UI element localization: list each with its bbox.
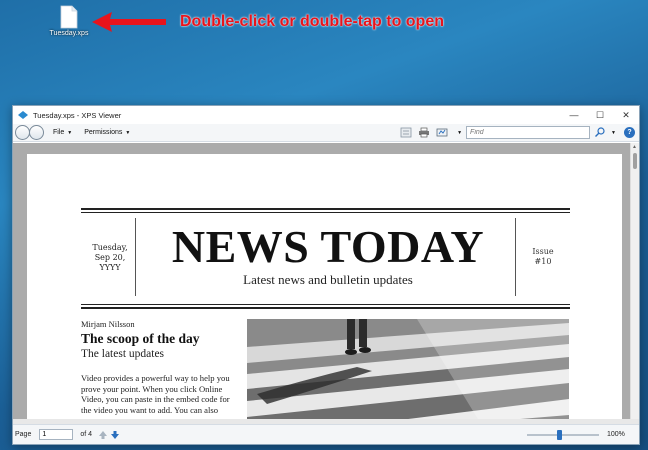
next-page-icon[interactable]: [110, 430, 120, 440]
masthead-top-rule-thin: [81, 212, 570, 213]
document-viewport[interactable]: Tuesday, Sep 20, YYYY NEWS TODAY Latest …: [13, 143, 639, 425]
signature-icon[interactable]: [436, 127, 448, 138]
issue-line: #10: [534, 257, 552, 266]
search-options-dropdown[interactable]: ▼: [608, 130, 616, 136]
print-icon[interactable]: [418, 127, 430, 138]
page-label: Page: [15, 431, 32, 438]
status-bar: Page of 4 100%: [13, 424, 639, 444]
date-line: Sep 20,: [94, 253, 126, 262]
maximize-button[interactable]: ☐: [587, 106, 613, 124]
previous-page-icon[interactable]: [98, 430, 108, 440]
masthead-top-rule: [81, 208, 570, 210]
window-title: Tuesday.xps - XPS Viewer: [33, 110, 122, 120]
masthead-divider-left: [135, 218, 136, 296]
zoom-slider-knob[interactable]: [556, 430, 562, 440]
toolbar: File ▼ Permissions ▼ ▼ ▼: [13, 124, 639, 142]
body-line: the video you want to add. You can also: [81, 404, 219, 415]
crosswalk-photo: [247, 319, 569, 425]
date-line: Tuesday,: [92, 243, 128, 252]
forward-button[interactable]: [29, 125, 44, 140]
scroll-up-icon[interactable]: ▲: [632, 144, 637, 150]
permissions-menu-label: Permissions: [84, 129, 123, 136]
xps-app-icon: [18, 111, 28, 119]
desktop-file-icon[interactable]: Tuesday.xps: [48, 5, 90, 37]
masthead-divider-right: [515, 218, 516, 296]
help-icon[interactable]: ?: [624, 127, 635, 138]
desktop-file-label: Tuesday.xps: [49, 30, 89, 37]
zoom-level: 100%: [607, 431, 625, 438]
page-count-label: of 4: [80, 431, 93, 438]
chevron-down-icon: ▼: [67, 129, 73, 136]
masthead-date: Tuesday, Sep 20, YYYY: [89, 243, 131, 273]
vertical-scrollbar[interactable]: ▲: [630, 143, 639, 425]
vertical-scroll-thumb[interactable]: [633, 153, 637, 169]
search-icon[interactable]: [594, 127, 606, 138]
article-headline: The scoop of the day: [81, 331, 200, 346]
masthead-bottom-rule: [81, 307, 570, 309]
masthead-issue: Issue #10: [523, 247, 563, 267]
masthead-bottom-rule-thin: [81, 304, 570, 305]
article-body: Video provides a powerful way to help yo…: [81, 373, 241, 415]
title-bar[interactable]: Tuesday.xps - XPS Viewer — ☐ ✕: [13, 106, 639, 124]
xps-file-icon: [60, 5, 78, 29]
permissions-menu[interactable]: Permissions ▼: [84, 129, 130, 136]
page-number-input[interactable]: [39, 429, 74, 440]
chevron-down-icon: ▼: [125, 129, 131, 136]
annotation-text: Double-click or double-tap to open: [180, 13, 444, 30]
issue-line: Issue: [532, 247, 554, 256]
find-input[interactable]: [470, 129, 590, 136]
zoom-slider[interactable]: [527, 430, 599, 440]
masthead-title: NEWS TODAY: [171, 221, 485, 272]
chevron-down-icon: ▼: [457, 129, 463, 136]
body-line: prove your point. When you click Online: [81, 383, 223, 394]
article-author: Mirjam Nilsson: [81, 319, 135, 329]
masthead-subtitle: Latest news and bulletin updates: [243, 272, 413, 287]
date-line: YYYY: [99, 263, 121, 272]
body-line: Video provides a powerful way to help yo…: [81, 373, 230, 383]
find-box[interactable]: [466, 126, 591, 139]
signature-dropdown[interactable]: ▼: [454, 130, 462, 136]
back-button[interactable]: [15, 125, 30, 140]
body-line: Video, you can paste in the embed code f…: [81, 394, 230, 404]
xps-viewer-window: Tuesday.xps - XPS Viewer — ☐ ✕ File ▼ Pe…: [12, 105, 640, 445]
red-arrow-icon: [92, 12, 166, 32]
minimize-button[interactable]: —: [561, 106, 587, 124]
file-menu-label: File: [53, 129, 65, 136]
file-menu[interactable]: File ▼: [53, 129, 72, 136]
article-subheadline: The latest updates: [81, 348, 165, 360]
close-button[interactable]: ✕: [613, 106, 639, 124]
page-layout-icon[interactable]: [400, 127, 412, 138]
nav-buttons: [15, 125, 44, 140]
document-page: Tuesday, Sep 20, YYYY NEWS TODAY Latest …: [27, 154, 622, 425]
chevron-down-icon: ▼: [611, 129, 616, 136]
